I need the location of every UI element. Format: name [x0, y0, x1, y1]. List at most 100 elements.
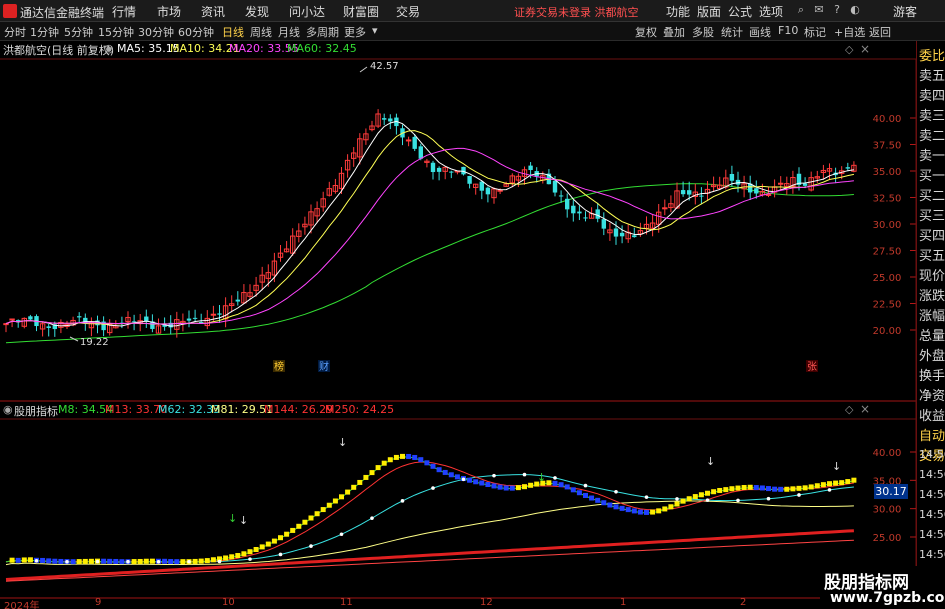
step-block: [15, 557, 21, 563]
add-watchlist-button[interactable]: +自选: [834, 24, 865, 40]
draw-line-button[interactable]: 画线: [749, 24, 771, 40]
title-bar: 通达信金融终端 行情 市场 资讯 发现 问小达 财富圈 交易 证券交易未登录 洪…: [0, 0, 945, 22]
menu-banmian[interactable]: 版面: [697, 3, 721, 20]
side-item-18[interactable]: 收益: [919, 407, 945, 427]
side-item-12[interactable]: 涨跌: [919, 287, 945, 307]
indicator-info-bar: ◉ 股朋指标 M8: 34.54 M13: 33.70 M62: 32.33 M…: [0, 402, 880, 418]
step-block: [290, 527, 296, 533]
step-block: [778, 486, 784, 492]
step-block: [21, 557, 27, 563]
step-block: [137, 558, 143, 564]
period-daily[interactable]: 日线: [222, 24, 244, 40]
side-item-5[interactable]: 卖一: [919, 147, 945, 167]
side-item-2[interactable]: 卖四: [919, 87, 945, 107]
step-block: [204, 558, 210, 564]
x-label-10: 10: [222, 597, 235, 608]
period-weekly[interactable]: 周线: [250, 24, 272, 40]
multi-stock-button[interactable]: 多股: [692, 24, 714, 40]
chart-area[interactable]: 40.00 37.50 35.00 32.50 30.00 27.50 25.00 22.50…: [0, 41, 917, 609]
step-block: [772, 486, 778, 492]
marker-bang[interactable]: 榜: [274, 360, 284, 373]
x-label-1: 1: [620, 597, 627, 608]
period-fenshi[interactable]: 分时: [4, 24, 26, 40]
menu-xuanxiang[interactable]: 选项: [759, 3, 783, 20]
side-item-1[interactable]: 卖五: [919, 67, 945, 87]
step-block: [558, 482, 564, 488]
step-block: [375, 465, 381, 471]
period-30min[interactable]: 30分钟: [138, 24, 174, 40]
side-item-15[interactable]: 外盘: [919, 347, 945, 367]
side-item-0[interactable]: 委比: [919, 47, 945, 67]
step-block: [644, 509, 649, 515]
step-block: [418, 457, 424, 463]
marker-zhang[interactable]: 张: [807, 361, 817, 373]
back-button[interactable]: 返回: [869, 24, 891, 40]
menu-gongneng[interactable]: 功能: [666, 3, 690, 20]
overlay-button[interactable]: 叠加: [663, 24, 685, 40]
side-item-17[interactable]: 净资: [919, 387, 945, 407]
settings-dot-icon[interactable]: ◉: [3, 403, 13, 416]
step-block: [284, 531, 290, 537]
menu-wenxiaoda[interactable]: 问小达: [289, 3, 325, 20]
period-15min[interactable]: 15分钟: [98, 24, 134, 40]
menu-faxian[interactable]: 发现: [245, 3, 269, 20]
menu-gongshi[interactable]: 公式: [728, 3, 752, 20]
period-multi[interactable]: 多周期: [306, 24, 339, 40]
user-label[interactable]: 游客: [893, 3, 917, 20]
help-icon[interactable]: ?: [829, 3, 845, 18]
side-item-13[interactable]: 涨幅: [919, 307, 945, 327]
settings-dot-icon[interactable]: ◉: [104, 42, 114, 55]
f10-button[interactable]: F10: [778, 24, 798, 37]
down-arrow-icon: ↓: [228, 512, 237, 525]
kline-chart-svg[interactable]: 40.00 37.50 35.00 32.50 30.00 27.50 25.00 22.50…: [0, 41, 917, 609]
period-5min[interactable]: 5分钟: [64, 24, 93, 40]
side-item-9[interactable]: 买四: [919, 227, 945, 247]
mark-button[interactable]: 标记: [804, 24, 826, 40]
side-item-6[interactable]: 买一: [919, 167, 945, 187]
search-icon[interactable]: ⌕: [793, 3, 809, 18]
menu-zixun[interactable]: 资讯: [201, 3, 225, 20]
indicator-title[interactable]: 股朋指标: [14, 403, 58, 419]
step-block: [296, 523, 302, 529]
price-tick-label: 27.50: [873, 247, 902, 258]
mail-icon[interactable]: ✉: [811, 3, 827, 18]
dot-mark: [156, 559, 161, 564]
stock-title[interactable]: 洪都航空(日线 前复权): [3, 42, 114, 58]
dot-mark: [461, 477, 466, 482]
period-60min[interactable]: 60分钟: [178, 24, 214, 40]
statistics-button[interactable]: 统计: [721, 24, 743, 40]
chevron-down-icon[interactable]: ▾: [372, 24, 378, 37]
step-block: [357, 479, 363, 485]
step-block: [668, 504, 674, 510]
menu-shichang[interactable]: 市场: [157, 3, 181, 20]
side-item-11[interactable]: 现价: [919, 267, 945, 287]
m250-value: M250: 24.25: [325, 403, 395, 416]
side-item-8[interactable]: 买三: [919, 207, 945, 227]
candle-body: [186, 318, 192, 321]
menu-jiaoyi[interactable]: 交易: [396, 3, 420, 20]
side-item-10[interactable]: 买五: [919, 247, 945, 267]
period-more[interactable]: 更多: [344, 24, 366, 40]
side-item-7[interactable]: 买二: [919, 187, 945, 207]
side-item-14[interactable]: 总量: [919, 327, 945, 347]
side-item-4[interactable]: 卖二: [919, 127, 945, 147]
period-monthly[interactable]: 月线: [278, 24, 300, 40]
high-pointer-icon: [359, 66, 368, 73]
menu-caifuquan[interactable]: 财富圈: [343, 3, 379, 20]
candle-body: [601, 219, 606, 229]
side-item-19[interactable]: 自动: [919, 427, 945, 447]
step-block: [814, 483, 820, 489]
marker-cai[interactable]: 财: [319, 360, 329, 373]
fuquan-button[interactable]: 复权: [635, 24, 657, 40]
skin-icon[interactable]: ◐: [847, 3, 863, 18]
app-logo-icon: [3, 4, 17, 18]
period-1min[interactable]: 1分钟: [30, 24, 59, 40]
price-tick-label: 40.00: [873, 114, 902, 125]
menu-hangqing[interactable]: 行情: [112, 3, 136, 20]
step-block: [692, 494, 698, 500]
side-item-16[interactable]: 换手: [919, 367, 945, 387]
x-axis: 2024年 9 10 11 12 1 2: [0, 597, 916, 609]
side-item-3[interactable]: 卖三: [919, 107, 945, 127]
dot-mark: [339, 532, 344, 537]
step-block: [241, 551, 247, 557]
